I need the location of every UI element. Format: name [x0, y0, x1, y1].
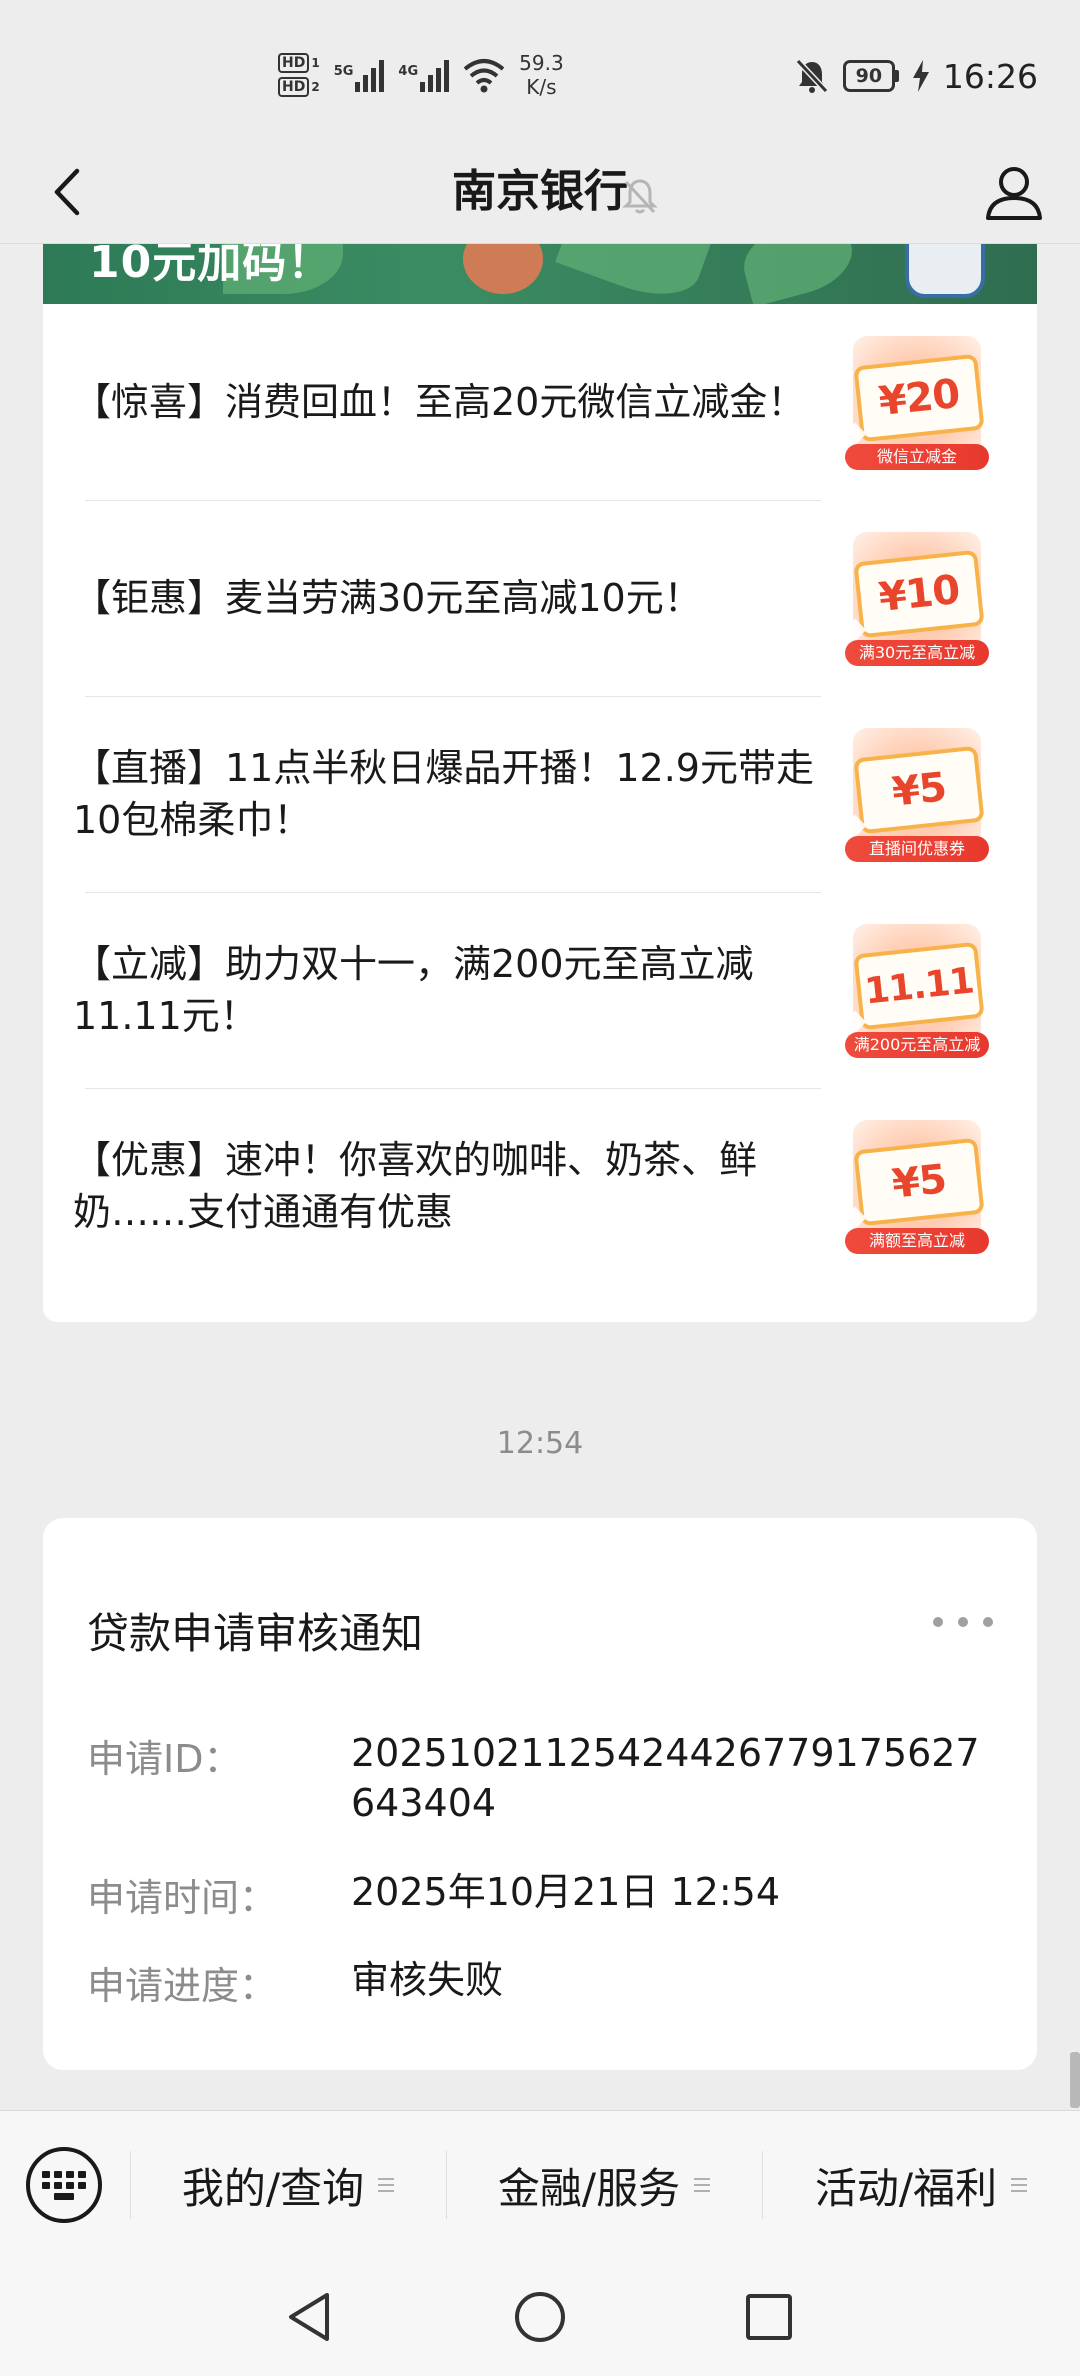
article-title: 【惊喜】消费回血！至高20元微信立减金！: [73, 380, 806, 424]
menu-item-activities-benefits[interactable]: 活动/福利: [762, 2111, 1080, 2259]
nav-home-button[interactable]: [505, 2282, 575, 2352]
menu-item-label: 活动/福利: [814, 2163, 998, 2213]
banner-title: 10元加码！: [89, 244, 333, 288]
article-list: 【惊喜】消费回血！至高20元微信立减金！ ¥20 微信立减金 【钜惠】麦当劳满3…: [43, 304, 1037, 1284]
mute-bell-icon: [795, 58, 829, 94]
bottom-menu: 我的/查询 金融/服务 活动/福利: [0, 2110, 1080, 2258]
status-right-group: 90 16:26: [795, 48, 1038, 104]
article-thumbnail: 11.11 满200元至高立减: [843, 924, 989, 1058]
system-nav-bar: [0, 2258, 1080, 2376]
menu-item-label: 金融/服务: [497, 2163, 681, 2213]
coupon-caption: 满30元至高立减: [845, 640, 989, 666]
mute-bell-icon: [622, 179, 658, 214]
article-title: 【优惠】速冲！你喜欢的咖啡、奶茶、鲜奶……支付通通有优惠: [73, 1138, 758, 1234]
banner-bottle-decoration: [905, 244, 985, 298]
nav-back-button[interactable]: [274, 2282, 344, 2352]
menu-item-finance-services[interactable]: 金融/服务: [446, 2111, 762, 2259]
article-thumbnail: ¥20 微信立减金: [843, 336, 989, 470]
sim-indicators: HD 1 HD 2: [278, 53, 320, 97]
article-title: 【钜惠】麦当劳满30元至高减10元！: [73, 576, 702, 620]
status-time: 16:26: [942, 56, 1038, 96]
application-id-value: 20251021125424426779175627643404: [351, 1731, 980, 1825]
status-left-group: HD 1 HD 2 5G 4G 59.3 K/s: [278, 42, 564, 108]
chat-header: 南京银行: [0, 140, 1080, 244]
banner-leaf-decoration: [555, 244, 711, 304]
network-speed-unit: K/s: [526, 75, 557, 99]
article-item[interactable]: 【直播】11点半秋日爆品开播！12.9元带走10包棉柔巾！ ¥5 直播间优惠券: [43, 696, 1037, 892]
menu-item-my-query[interactable]: 我的/查询: [130, 2111, 446, 2259]
network-speed: 59.3 K/s: [519, 51, 564, 99]
page-title: 南京银行: [452, 166, 628, 217]
sim1-indicator: HD 1: [278, 53, 320, 73]
article-title: 【立减】助力双十一，满200元至高立减11.11元！: [73, 942, 754, 1038]
nav-back-icon: [289, 2293, 329, 2341]
coupon-value: ¥5: [889, 764, 949, 816]
sim2-hd-label: HD: [278, 77, 310, 97]
sim1-index: 1: [311, 56, 320, 70]
network-4g-label: 4G: [398, 64, 419, 79]
article-banner[interactable]: 10元加码！: [43, 244, 1037, 304]
article-thumbnail: ¥5 满额至高立减: [843, 1120, 989, 1254]
network-5g: 5G: [334, 58, 385, 92]
profile-button[interactable]: [980, 158, 1048, 226]
wifi-icon: [463, 59, 505, 93]
more-dot-icon: [983, 1617, 993, 1627]
coupon-caption: 满200元至高立减: [845, 1032, 989, 1058]
application-time-value: 2025年10月21日 12:54: [351, 1870, 781, 1914]
more-options-button[interactable]: [933, 1610, 993, 1634]
network-speed-value: 59.3: [519, 51, 564, 75]
keyboard-toggle-button[interactable]: [26, 2147, 102, 2223]
notice-title: 贷款申请审核通知: [87, 1609, 424, 1658]
status-bar: HD 1 HD 2 5G 4G 59.3 K/s 90 16:26: [0, 0, 1080, 140]
sim2-index: 2: [311, 80, 320, 94]
coupon-value: ¥5: [889, 1156, 949, 1208]
coupon-caption: 直播间优惠券: [845, 836, 989, 862]
application-status-label: 申请进度：: [87, 1964, 278, 2008]
coupon-value: ¥20: [876, 370, 962, 426]
nav-home-icon: [515, 2292, 565, 2342]
sim2-indicator: HD 2: [278, 77, 320, 97]
more-dot-icon: [933, 1617, 943, 1627]
coupon-caption: 满额至高立减: [845, 1228, 989, 1254]
article-item[interactable]: 【立减】助力双十一，满200元至高立减11.11元！ 11.11 满200元至高…: [43, 892, 1037, 1088]
battery-level: 90: [842, 60, 895, 92]
banner-leaf-decoration: [735, 244, 861, 304]
article-thumbnail: ¥10 满30元至高立减: [843, 532, 989, 666]
application-id-label: 申请ID：: [87, 1737, 242, 1781]
submenu-icon: [378, 2178, 395, 2192]
coupon-value: ¥10: [876, 566, 962, 622]
menu-item-label: 我的/查询: [181, 2163, 365, 2213]
submenu-icon: [694, 2178, 711, 2192]
article-thumbnail: ¥5 直播间优惠券: [843, 728, 989, 862]
submenu-icon: [1011, 2178, 1028, 2192]
network-5g-label: 5G: [333, 64, 354, 79]
article-item[interactable]: 【钜惠】麦当劳满30元至高减10元！ ¥10 满30元至高立减: [43, 500, 1037, 696]
battery-icon: 90: [842, 60, 899, 92]
coupon-value: 11.11: [862, 959, 976, 1013]
more-dot-icon: [958, 1617, 968, 1627]
profile-icon: [986, 167, 1042, 220]
application-time-label: 申请时间：: [87, 1876, 278, 1920]
signal-icon: [355, 58, 385, 92]
message-timestamp: 12:54: [496, 1426, 584, 1461]
loan-notice-card[interactable]: 贷款申请审核通知 申请ID： 2025102112542442677917562…: [43, 1518, 1037, 2070]
nav-recents-button[interactable]: [734, 2282, 804, 2352]
keyboard-icon: [42, 2170, 86, 2200]
article-title: 【直播】11点半秋日爆品开播！12.9元带走10包棉柔巾！: [73, 746, 814, 842]
banner-flower-decoration: [463, 244, 543, 294]
charging-icon: [912, 60, 929, 92]
article-item[interactable]: 【优惠】速冲！你喜欢的咖啡、奶茶、鲜奶……支付通通有优惠 ¥5 满额至高立减: [43, 1088, 1037, 1284]
application-status-value: 审核失败: [351, 1958, 504, 2002]
nav-recents-icon: [746, 2294, 792, 2340]
sim1-hd-label: HD: [278, 53, 310, 73]
network-4g: 4G: [398, 58, 450, 92]
signal-icon: [420, 58, 450, 92]
article-card: 10元加码！ 【惊喜】消费回血！至高20元微信立减金！ ¥20 微信立减金 【钜…: [43, 244, 1037, 1322]
article-item[interactable]: 【惊喜】消费回血！至高20元微信立减金！ ¥20 微信立减金: [43, 304, 1037, 500]
coupon-caption: 微信立减金: [845, 444, 989, 470]
scrollbar[interactable]: [1070, 2052, 1080, 2108]
